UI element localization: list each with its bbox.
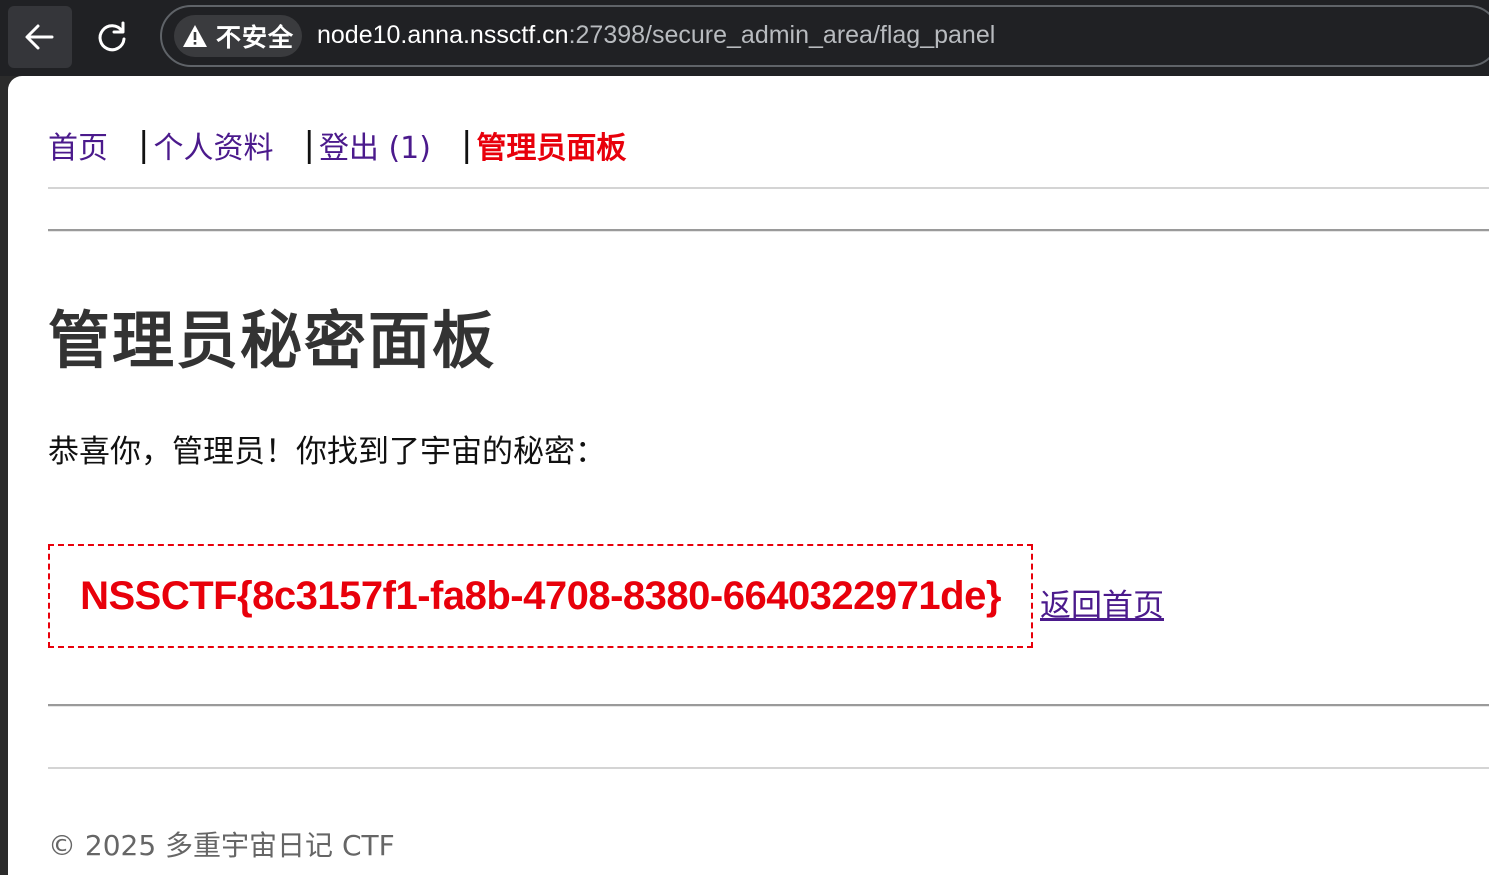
arrow-left-icon (25, 24, 54, 50)
url-host: node10.anna.nssctf.cn (317, 21, 569, 49)
warning-icon (182, 24, 208, 48)
url-path: :27398/secure_admin_area/flag_panel (568, 21, 996, 49)
footer-copyright: © 2025 多重宇宙日记 CTF (48, 829, 395, 862)
page-content: 首页 | 个人资料 | 登出 (1) | 管理员面板 管理员秘密面板 恭喜你，管… (48, 76, 1489, 875)
nav-separator: | (303, 125, 315, 165)
footer-divider (48, 767, 1489, 769)
reload-button[interactable] (80, 6, 144, 68)
flag-container: NSSCTF{8c3157f1-fa8b-4708-8380-664032297… (48, 544, 1033, 648)
nav-divider (48, 187, 1489, 189)
content-divider (48, 704, 1489, 706)
page-viewport: 首页 | 个人资料 | 登出 (1) | 管理员面板 管理员秘密面板 恭喜你，管… (8, 76, 1489, 875)
header-divider (48, 229, 1489, 231)
flag-value[interactable]: NSSCTF{8c3157f1-fa8b-4708-8380-664032297… (80, 574, 1001, 619)
nav-link-home[interactable]: 首页 (48, 123, 108, 167)
congrats-message: 恭喜你，管理员！你找到了宇宙的秘密： (48, 434, 606, 470)
back-button[interactable] (8, 6, 72, 68)
nav-link-logout[interactable]: 登出 (1) (319, 123, 431, 167)
nav-separator: | (460, 125, 473, 165)
security-label: 不安全 (216, 23, 295, 52)
url-text[interactable]: node10.anna.nssctf.cn:27398/secure_admin… (317, 21, 995, 50)
nav-separator: | (138, 125, 150, 165)
back-home-link[interactable]: 返回首页 (1040, 580, 1164, 625)
security-indicator[interactable]: 不安全 (174, 15, 302, 57)
page-title: 管理员秘密面板 (48, 304, 497, 377)
nav-link-profile[interactable]: 个人资料 (153, 123, 273, 167)
top-navigation: 首页 | 个人资料 | 登出 (1) | 管理员面板 (48, 120, 626, 170)
reload-icon (98, 21, 126, 52)
address-bar[interactable]: 不安全 node10.anna.nssctf.cn:27398/secure_a… (160, 5, 1489, 67)
nav-link-admin-panel[interactable]: 管理员面板 (476, 123, 626, 167)
browser-toolbar: 不安全 node10.anna.nssctf.cn:27398/secure_a… (0, 0, 1489, 76)
